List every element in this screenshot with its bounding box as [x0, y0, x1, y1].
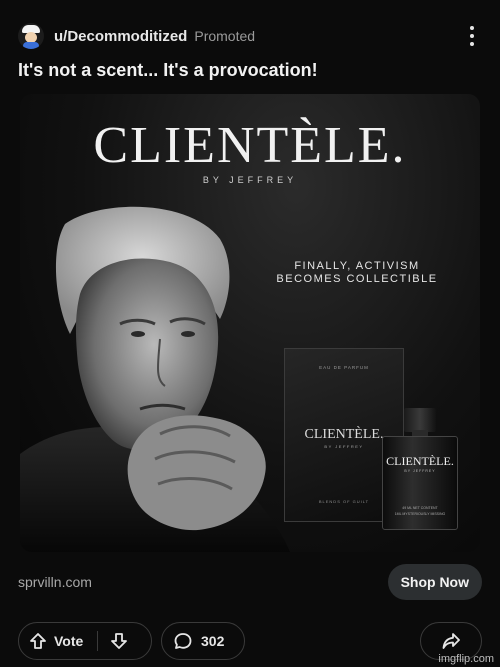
comment-count: 302	[201, 633, 225, 649]
more-options-icon[interactable]	[462, 23, 482, 49]
ad-domain-link[interactable]: sprvilln.com	[18, 574, 92, 590]
post-header: u/Decommoditized Promoted	[18, 14, 482, 58]
share-icon	[441, 631, 461, 651]
post-actions: Vote 302	[18, 622, 482, 660]
vote-label: Vote	[54, 633, 84, 649]
imgflip-watermark: imgflip.com	[438, 653, 494, 665]
shop-now-button[interactable]: Shop Now	[387, 564, 482, 600]
arrow-up-icon	[29, 632, 47, 650]
man-portrait-image	[20, 206, 290, 552]
vote-pill: Vote	[18, 622, 152, 660]
promoted-label: Promoted	[194, 28, 256, 44]
upvote-button[interactable]: Vote	[29, 632, 83, 650]
ad-brand-name: CLIENTÈLE.	[93, 117, 407, 174]
ad-tagline-line1: FINALLY, ACTIVISM	[294, 260, 420, 272]
box-top-text: EAU DE PARFUM	[319, 365, 369, 370]
post-title[interactable]: It's not a scent... It's a provocation!	[18, 60, 482, 81]
ad-cta-row: sprvilln.com Shop Now	[18, 562, 482, 602]
bottle-brand: CLIENTÈLE.	[386, 454, 454, 468]
bottle-net-content: 49 ML NET CONTENT	[402, 506, 438, 510]
ad-tagline: FINALLY, ACTIVISM BECOMES COLLECTIBLE	[272, 260, 442, 286]
bottle-missing-text: 1ML MYSTERIOUSLY MISSING	[394, 512, 446, 516]
comment-icon	[173, 631, 193, 651]
arrow-down-icon[interactable]	[110, 632, 128, 650]
ad-tagline-line2: BECOMES COLLECTIBLE	[276, 273, 438, 285]
avatar[interactable]	[18, 23, 44, 49]
comments-button[interactable]: 302	[161, 622, 245, 660]
bottle-byline: BY JEFFREY	[404, 469, 436, 473]
ad-image[interactable]: CLIENTÈLE. BY JEFFREY FINALLY, ACTIVISM …	[20, 94, 480, 552]
ad-brand-byline: BY JEFFREY	[202, 175, 298, 185]
vote-divider	[97, 631, 99, 651]
username[interactable]: u/Decommoditized	[54, 28, 187, 45]
perfume-bottle: CLIENTÈLE. BY JEFFREY 49 ML NET CONTENT …	[382, 408, 458, 530]
